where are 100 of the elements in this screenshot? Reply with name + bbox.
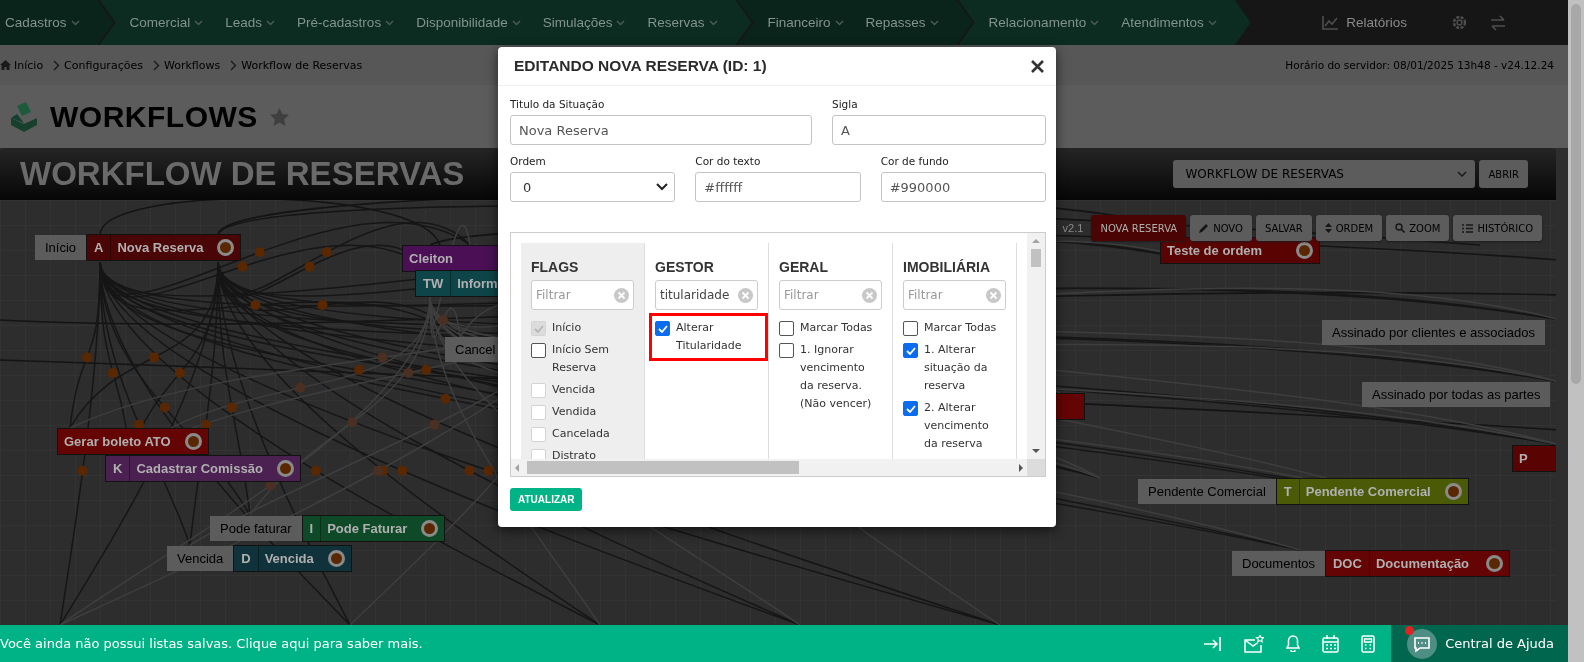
nav-menu-item[interactable]: Reservas [647,15,718,30]
nav-menu-item[interactable]: Relacionamento [988,15,1100,30]
toolbar-button[interactable]: SALVAR [1255,215,1312,241]
chevron-icon [834,19,844,26]
nav-menu-item[interactable]: Comercial [129,15,204,30]
workflow-node[interactable]: I Pode Faturar [301,515,446,542]
checkbox-label: 1. Alterar situação da reserva [924,342,989,394]
filter-input[interactable]: Filtrar [908,288,978,302]
workflow-node[interactable]: K Cadastrar Comissão [105,455,301,482]
checkbox[interactable] [779,343,794,358]
connection-dot [317,300,328,311]
connection-dot [321,247,332,258]
checkbox[interactable] [903,321,918,336]
toolbar-button[interactable]: HISTÓRICO [1453,215,1542,241]
order-select[interactable]: 0 [510,172,676,202]
clear-icon[interactable] [862,287,877,303]
clear-icon[interactable] [738,287,753,303]
settings-icon[interactable] [1451,14,1468,31]
checkbox[interactable] [779,321,794,336]
text-field[interactable]: Nova Reserva [510,115,812,145]
column-title: GERAL [779,259,829,275]
workflow-node[interactable]: Gerar boleto ATO [57,428,209,455]
workflow-node[interactable]: A Nova Reserva [86,234,242,261]
sort-icon [1324,223,1332,233]
money-box-icon [8,101,40,132]
connection-dot [354,365,365,376]
breadcrumb-link[interactable]: Configurações [64,58,143,72]
field-label: Ordem [510,155,547,167]
close-icon[interactable] [1031,59,1044,73]
nav-menu-item[interactable]: Pré-cadastros [297,15,395,30]
vertical-scrollbar[interactable] [1027,233,1045,459]
chevron-icon [1207,19,1217,26]
toolbar-button[interactable]: ZOOM [1386,215,1450,241]
toolbar-button[interactable]: NOVA RESERVA [1091,215,1187,241]
breadcrumb-link[interactable]: Workflow de Reservas [241,58,363,72]
dialog-title: EDITANDO NOVA RESERVA (ID: 1) [514,57,767,75]
arrow-to-bar-icon[interactable] [1204,636,1223,651]
version-label: v2.1 [1060,221,1086,235]
text-field[interactable]: #ffffff [695,172,861,202]
page-title: WORKFLOWS [50,99,258,134]
chevron-right-icon [53,59,61,71]
filter-field[interactable]: titularidade [655,280,758,310]
node-label: Pendente Comercial [1138,479,1276,504]
node-label: Assinado por clientes e associados [1322,320,1546,345]
breadcrumb-link[interactable]: Workflows [163,58,221,72]
field-label: Cor de fundo [880,155,950,167]
text-field[interactable]: A [832,115,1046,145]
checkbox[interactable] [531,343,546,358]
connection-dot [421,365,432,376]
toolbar-button[interactable]: NOVO [1190,215,1252,241]
mail-star-icon[interactable] [1244,634,1265,653]
swap-arrows-icon[interactable] [1490,14,1506,31]
nav-menu-item[interactable]: Simulações [542,15,626,30]
list-icon [1462,223,1474,233]
nav-menu-item[interactable]: Disponibilidade [416,15,521,30]
nav-menu-item[interactable]: Financeiro [767,15,844,30]
calculator-icon[interactable] [1361,634,1376,653]
reports-link[interactable]: Relatórios [1322,15,1407,30]
toolbar-button[interactable]: ORDEM [1315,215,1383,241]
filter-field[interactable]: Filtrar [531,280,634,310]
scrollbar-corner [1027,459,1045,476]
text-field[interactable]: #990000 [880,172,1046,202]
clear-icon[interactable] [614,287,629,303]
checkbox-label: Cancelada [552,426,611,442]
horizontal-scrollbar[interactable] [511,459,1027,476]
saved-lists-message[interactable]: Você ainda não possui listas salvas. Clique aqui para saber mais. [0,636,423,651]
help-center-button[interactable]: Central de Ajuda [1391,625,1568,662]
checkbox[interactable] [903,343,918,358]
nav-menu-item[interactable]: Leads [225,15,276,30]
clear-icon[interactable] [986,287,1001,303]
connection-dot [440,393,451,404]
bell-icon[interactable] [1286,635,1301,652]
checkbox[interactable] [655,321,670,336]
open-button[interactable]: ABRIR [1479,160,1528,188]
page-scrollbar[interactable] [1568,0,1584,662]
connection-dot [464,465,475,476]
nav-menu-item[interactable]: Repasses [865,15,939,30]
filter-input[interactable]: Filtrar [784,288,854,302]
node-label: Assinado por todas as partes [1362,382,1551,407]
workflow-node[interactable]: P [1512,445,1556,472]
field-label: Cor do texto [695,155,762,167]
checkbox-label: 2. Alterar vencimento da reserva [924,400,990,452]
workflow-node[interactable]: DOC Documentação [1325,550,1510,577]
workflow-select[interactable]: WORKFLOW DE RESERVAS [1173,160,1476,188]
breadcrumb-link[interactable]: Início [14,58,44,72]
connection-dot [483,465,494,476]
connection-dot [250,300,261,311]
filter-field[interactable]: Filtrar [779,280,882,310]
checkbox[interactable] [903,401,918,416]
chat-icon [1407,628,1438,659]
filter-input[interactable]: titularidade [660,288,730,302]
calendar-icon[interactable] [1322,634,1340,653]
update-button[interactable]: ATUALIZAR [510,488,583,511]
workflow-node[interactable]: T Pendente Comercial [1275,478,1469,505]
chevron-icon [1090,19,1100,26]
filter-field[interactable]: Filtrar [903,280,1006,310]
checkbox-label: Vendida [552,404,598,420]
star-icon[interactable] [269,107,289,126]
workflow-node[interactable]: D Vencida [233,545,352,572]
nav-menu-item[interactable]: Atendimentos [1121,15,1217,30]
